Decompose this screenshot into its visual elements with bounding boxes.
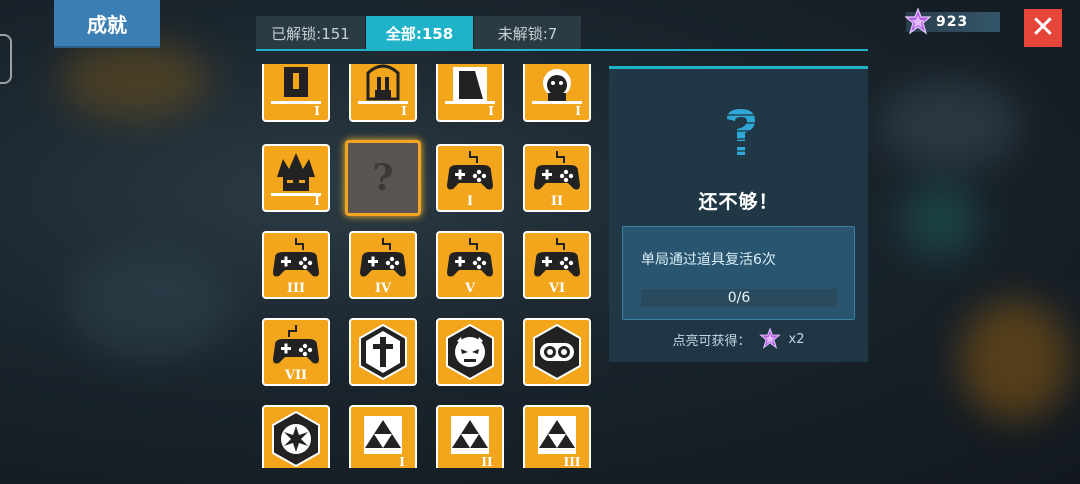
gamepad-icon: III xyxy=(273,238,319,296)
rank-numeral: IV xyxy=(375,281,392,296)
requirement-box: 单局通过道具复活6次 0/6 xyxy=(622,226,855,320)
bunny-tower-icon: I xyxy=(358,64,408,118)
achievement-badge[interactable]: I xyxy=(262,144,330,212)
achievement-badge[interactable] xyxy=(523,318,591,386)
rank-numeral: VI xyxy=(548,281,565,296)
rank-numeral: VII xyxy=(284,368,307,383)
burst-emblem-icon xyxy=(272,410,320,468)
rank-numeral: I xyxy=(314,104,320,118)
achievement-badge[interactable]: II xyxy=(523,144,591,212)
rank-numeral: I xyxy=(399,455,405,468)
achievement-badge[interactable]: V xyxy=(436,231,504,299)
rank-numeral: I xyxy=(314,194,320,208)
triangles-icon: I xyxy=(364,416,405,468)
achievement-badge[interactable]: VI xyxy=(523,231,591,299)
achievement-badge-selected[interactable]: ? xyxy=(345,140,421,216)
reward-row: 点亮可获得： x2 xyxy=(609,328,868,350)
close-button[interactable]: ✕ xyxy=(1024,9,1062,47)
rank-numeral: II xyxy=(551,194,563,209)
progress-counter: 0/6 xyxy=(641,289,837,307)
side-handle xyxy=(0,34,12,84)
rank-numeral: I xyxy=(575,104,581,118)
achievement-badge[interactable]: I xyxy=(523,64,591,122)
achievement-badge[interactable]: I xyxy=(349,405,417,468)
achievement-badge[interactable]: II xyxy=(436,405,504,468)
locked-question-icon: ? xyxy=(372,157,394,199)
achievement-badge[interactable] xyxy=(262,405,330,468)
achievement-badge[interactable] xyxy=(436,318,504,386)
rank-numeral: III xyxy=(287,281,305,296)
achievement-detail-panel: 还不够！ 单局通过道具复活6次 0/6 点亮可获得： x2 xyxy=(609,66,868,362)
cross-emblem-icon xyxy=(359,323,407,381)
tab-unlocked[interactable]: 已解锁:151 xyxy=(256,16,366,50)
tab-underline xyxy=(256,49,868,51)
achievement-badge[interactable]: I xyxy=(436,64,504,122)
achievement-badge[interactable]: IV xyxy=(349,231,417,299)
status-heading: 还不够！ xyxy=(698,191,779,213)
question-mark-icon xyxy=(721,109,761,155)
gamepad-icon: VI xyxy=(534,238,580,296)
achievement-badge[interactable]: III xyxy=(262,231,330,299)
achievement-badge[interactable]: III xyxy=(523,405,591,468)
reward-amount: x2 xyxy=(788,331,805,347)
mask-tower-icon: I xyxy=(445,67,495,118)
rank-numeral: III xyxy=(564,455,581,468)
gamepad-icon: VII xyxy=(273,325,319,383)
achievement-badge[interactable]: VII xyxy=(262,318,330,386)
fire-skull-icon: I xyxy=(532,69,582,118)
purple-star-icon xyxy=(904,8,932,35)
gamepad-icon: IV xyxy=(360,238,406,296)
gamepad-icon: II xyxy=(534,151,580,209)
achievement-badge[interactable]: I xyxy=(262,64,330,122)
page-title: 成就 xyxy=(54,0,160,46)
gamepad-icon: V xyxy=(447,238,493,296)
requirement-text: 单局通过道具复活6次 xyxy=(641,252,776,268)
banner-tower-icon: I xyxy=(271,67,321,118)
rank-numeral: V xyxy=(464,281,476,296)
achievement-badge[interactable]: I xyxy=(349,64,417,122)
demon-face-emblem-icon xyxy=(446,323,494,381)
rank-numeral: I xyxy=(488,104,494,118)
purple-star-icon xyxy=(758,328,781,349)
rank-numeral: II xyxy=(481,455,493,468)
triangles-icon: II xyxy=(451,416,493,468)
achievement-badge[interactable]: I xyxy=(436,144,504,212)
tab-locked[interactable]: 未解锁:7 xyxy=(474,16,582,50)
tab-all[interactable]: 全部:158 xyxy=(366,16,474,50)
filter-tabs: 已解锁:151 全部:158 未解锁:7 xyxy=(256,16,582,50)
achievement-badge[interactable] xyxy=(349,318,417,386)
reward-label: 点亮可获得： xyxy=(672,333,751,349)
goggles-emblem-icon xyxy=(533,323,581,381)
achievement-grid: I I I I I ? I II III IV V VI VII I II II… xyxy=(258,64,602,468)
gamepad-icon: I xyxy=(447,151,493,209)
spiky-hair-face-icon: I xyxy=(271,153,321,208)
rank-numeral: I xyxy=(467,194,473,209)
triangles-icon: III xyxy=(538,416,581,468)
rank-numeral: I xyxy=(401,104,407,118)
